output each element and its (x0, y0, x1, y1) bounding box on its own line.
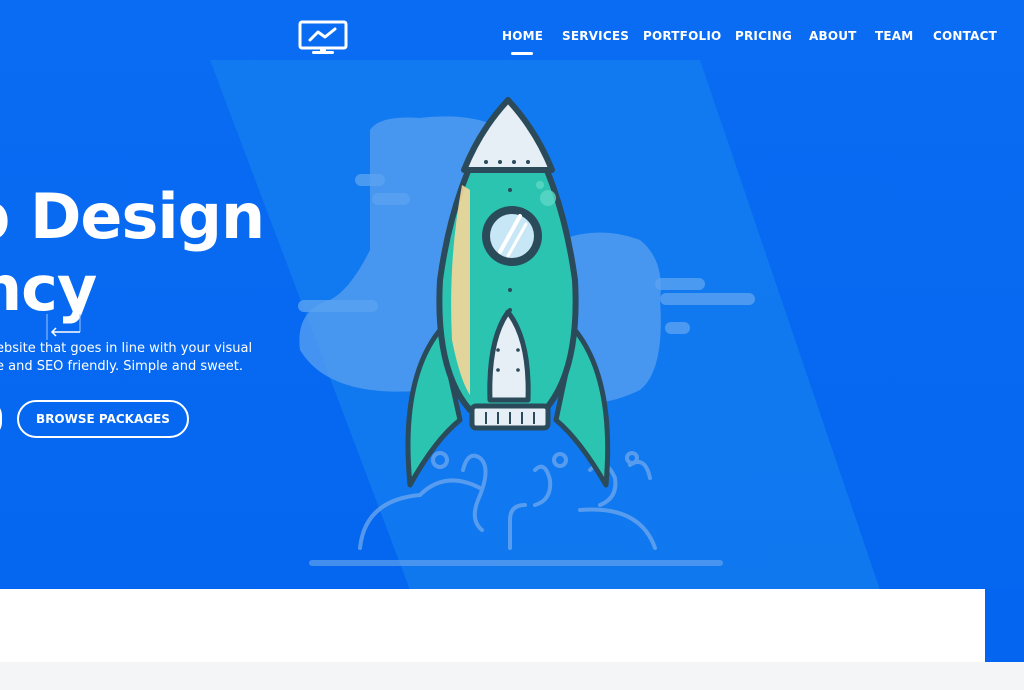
nav-contact[interactable]: CONTACT (933, 29, 997, 43)
page-background (0, 662, 1024, 690)
side-accent (985, 589, 1024, 662)
monitor-chart-icon[interactable] (298, 20, 348, 56)
rocket-launch-icon (298, 97, 755, 566)
nav-about[interactable]: ABOUT (809, 29, 857, 43)
nav-team[interactable]: TEAM (875, 29, 913, 43)
browse-packages-button[interactable]: BROWSE PACKAGES (17, 400, 189, 438)
hero-subtext-line1: ebsite that goes in line with your visua… (0, 341, 253, 356)
nav-services[interactable]: SERVICES (562, 29, 629, 43)
hero-headline-line1: b Design (0, 180, 265, 253)
text-cursor-icon (46, 314, 81, 340)
nav-portfolio[interactable]: PORTFOLIO (643, 29, 721, 43)
hero-headline-line2: ncy (0, 252, 97, 325)
content-card (0, 589, 985, 662)
nav-home[interactable]: HOME (502, 29, 543, 55)
nav-pricing[interactable]: PRICING (735, 29, 792, 43)
hero-section: HOME SERVICES PORTFOLIO PRICING ABOUT TE… (0, 0, 1024, 662)
hero-subtext-line2: e and SEO friendly. Simple and sweet. (0, 359, 244, 374)
